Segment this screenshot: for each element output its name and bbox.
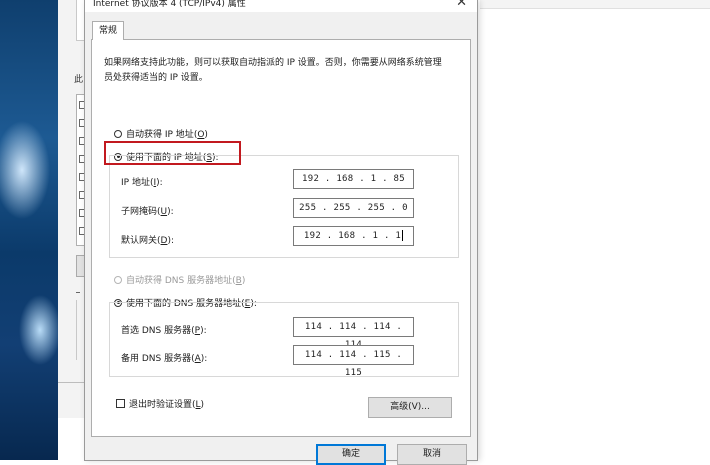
ip-address-input[interactable]: 192 . 168 . 1 . 85 (293, 169, 414, 189)
ip-address-label: IP 地址(I): (121, 178, 163, 188)
dns-settings-group (109, 302, 459, 377)
advanced-button[interactable]: 高级(V)... (368, 397, 452, 418)
tab-general[interactable]: 常规 (92, 21, 125, 40)
auto-ip-radio[interactable]: 自动获得 IP 地址(O) (114, 127, 208, 140)
preferred-dns-input[interactable]: 114 . 114 . 114 . 114 (293, 317, 414, 350)
highlight-box (104, 141, 241, 165)
ok-button[interactable]: 确定 (316, 444, 386, 465)
background-window-edge (480, 0, 710, 9)
cancel-button[interactable]: 取消 (397, 444, 467, 465)
description-text: 如果网络支持此功能，则可以获取自动指派的 IP 设置。否则，你需要从网络系统管理… (104, 58, 442, 83)
default-gateway-label: 默认网关(D): (121, 236, 175, 246)
background-label: 此 (74, 75, 84, 85)
group-border (76, 300, 77, 360)
general-panel: 如果网络支持此功能，则可以获取自动指派的 IP 设置。否则，你需要从网络系统管理… (91, 39, 471, 437)
subnet-mask-input[interactable]: 255 . 255 . 255 . 0 (293, 198, 414, 218)
auto-ip-label: 自动获得 IP 地址(O) (126, 130, 208, 140)
dialog-title: Internet 协议版本 4 (TCP/IPv4) 属性 (93, 0, 246, 9)
desktop-wallpaper (0, 0, 58, 460)
ipv4-properties-dialog: Internet 协议版本 4 (TCP/IPv4) 属性 ✕ 常规 如果网络支… (84, 0, 478, 465)
gateway-value: 192 . 168 . 1 . 1 (303, 231, 402, 241)
validate-on-exit-checkbox[interactable]: 退出时验证设置(L) (116, 397, 204, 410)
default-gateway-input[interactable]: 192 . 168 . 1 . 1 (293, 226, 414, 246)
radio-unchecked-icon (114, 275, 122, 284)
description-dash (76, 292, 80, 293)
subnet-mask-label: 子网掩码(U): (121, 207, 174, 217)
preferred-dns-label: 首选 DNS 服务器(P): (121, 326, 207, 336)
radio-unchecked-icon (114, 129, 122, 138)
auto-dns-label: 自动获得 DNS 服务器地址(B) (126, 276, 246, 286)
auto-dns-radio[interactable]: 自动获得 DNS 服务器地址(B) (114, 273, 245, 286)
alternate-dns-input[interactable]: 114 . 114 . 115 . 115 (293, 345, 414, 378)
alternate-dns-label: 备用 DNS 服务器(A): (121, 354, 208, 364)
close-icon[interactable]: ✕ (456, 0, 467, 10)
text-caret (402, 230, 404, 241)
validate-on-exit-label: 退出时验证设置(L) (129, 400, 205, 410)
title-bar: Internet 协议版本 4 (TCP/IPv4) 属性 ✕ (85, 0, 477, 12)
checkbox-unchecked-icon (116, 399, 125, 408)
